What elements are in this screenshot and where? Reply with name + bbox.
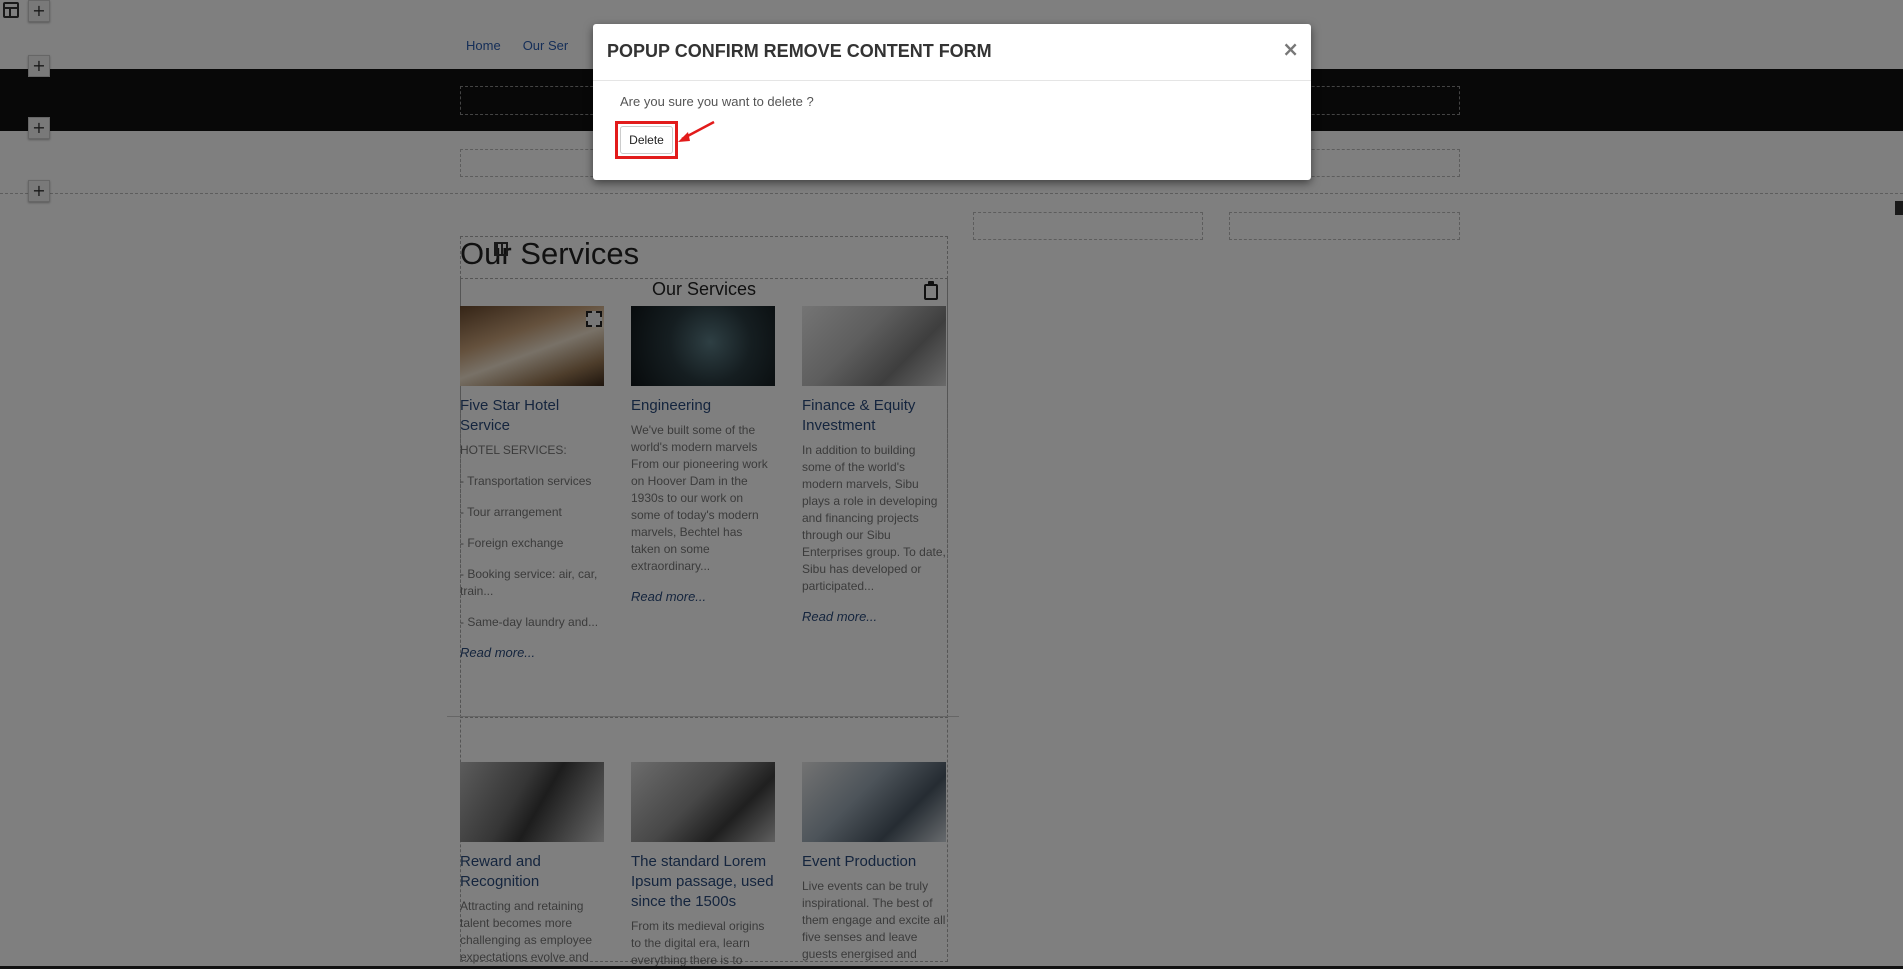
modal-title: POPUP CONFIRM REMOVE CONTENT FORM [607, 41, 992, 61]
delete-button[interactable]: Delete [620, 126, 673, 154]
confirm-message: Are you sure you want to delete ? [620, 94, 814, 109]
modal-header: POPUP CONFIRM REMOVE CONTENT FORM × [593, 24, 1311, 81]
annotation-arrow-icon [678, 120, 715, 142]
confirm-remove-modal: POPUP CONFIRM REMOVE CONTENT FORM × Are … [593, 24, 1311, 180]
close-icon[interactable]: × [1282, 37, 1299, 61]
